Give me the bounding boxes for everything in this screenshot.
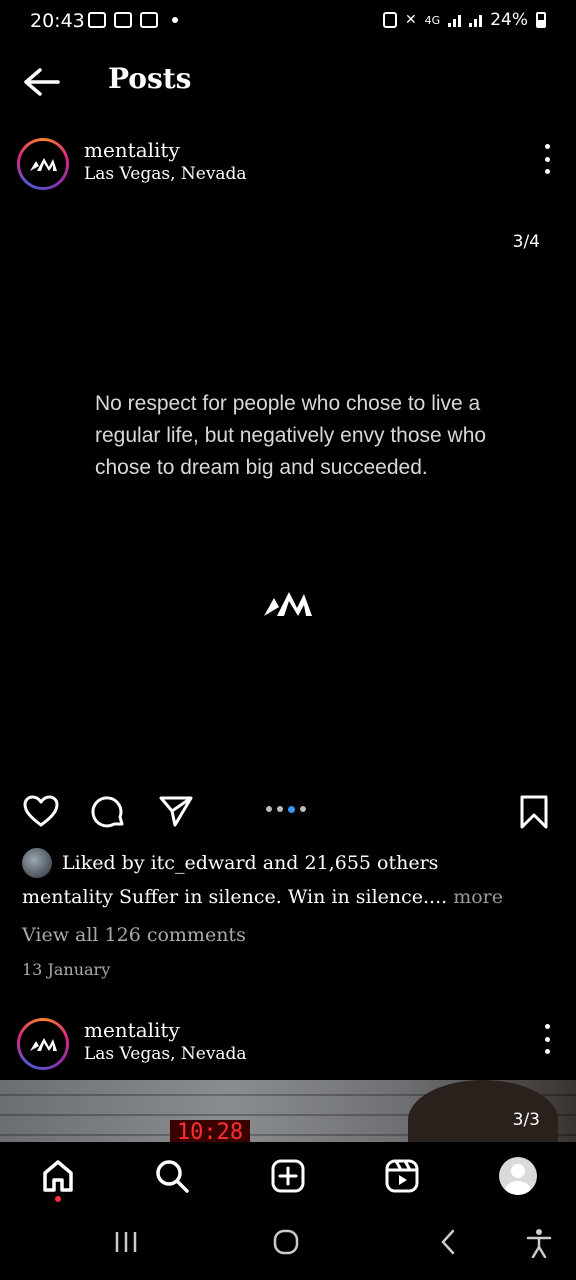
cloud-notification-icon [114,12,132,28]
liker-username[interactable]: itc_edward [151,852,257,874]
profile-avatar [499,1157,537,1195]
search-icon [156,1160,189,1193]
next-post-more-button[interactable] [542,1024,552,1054]
post-date: 13 January [22,960,111,979]
indicator-dot-active [288,805,295,813]
heart-icon [23,795,59,827]
status-time: 20:43 [30,10,85,32]
accessibility-button[interactable] [526,1228,552,1262]
arrow-left-icon [24,68,60,96]
recent-apps-icon [115,1232,137,1252]
post-actions [0,788,576,834]
more-vertical-icon [544,1024,550,1029]
nav-profile-button[interactable] [498,1156,538,1196]
bookmark-icon [520,795,548,829]
nav-reels-button[interactable] [382,1156,422,1196]
app-header: Posts [0,44,576,120]
caption-username[interactable]: mentality [22,886,113,908]
status-right: ✕ 4G 24% [382,10,546,30]
mentality-logo-icon [264,592,312,616]
comment-icon [91,796,124,828]
post-header: mentality Las Vegas, Nevada [0,130,576,194]
gallery-notification-icon [88,12,106,28]
next-post-username[interactable]: mentality [84,1018,180,1042]
battery-percent: 24% [490,10,528,30]
save-button[interactable] [518,794,550,834]
send-icon [159,796,193,827]
mentality-logo-icon [30,1038,57,1051]
likes-suffix: and 21,655 others [256,852,439,874]
lock-icon [382,12,397,28]
next-post-avatar[interactable] [17,1018,69,1070]
likes-text: Liked by itc_edward and 21,655 others [62,852,438,874]
indicator-dot [277,806,283,812]
next-post-header: mentality Las Vegas, Nevada [0,1010,576,1074]
battery-icon [536,12,546,28]
system-nav [0,1210,576,1280]
post-username[interactable]: mentality [84,138,180,162]
accessibility-icon [526,1229,552,1259]
home-icon [43,1160,73,1192]
share-button[interactable] [158,794,194,832]
bottom-nav [0,1142,576,1210]
home-system-button[interactable] [272,1228,300,1260]
back-system-button[interactable] [438,1228,458,1260]
indicator-dot [266,806,272,812]
status-bar: 20:43 ✕ 4G 24% [0,0,576,44]
notification-dot [55,1196,61,1202]
back-button[interactable] [22,64,62,100]
slide-counter: 3/4 [512,232,540,252]
comment-button[interactable] [90,794,126,834]
indicator-dot [300,806,306,812]
home-circle-icon [273,1229,299,1255]
carousel-indicator [266,805,306,813]
post-carousel[interactable]: 3/4 No respect for people who chose to l… [0,200,576,780]
post-location[interactable]: Las Vegas, Nevada [84,164,247,184]
mentality-logo-icon [30,158,57,171]
notification-icons [88,12,178,28]
cloud-sync-notification-icon [140,12,158,28]
liker-avatar [22,848,52,878]
nav-search-button[interactable] [152,1156,192,1196]
chevron-left-icon [441,1229,455,1255]
nav-home-button[interactable] [38,1156,78,1196]
page-title: Posts [108,62,192,95]
more-vertical-icon [544,144,550,149]
network-type: 4G [424,13,441,27]
caption-more-link[interactable]: more [453,886,503,908]
plus-square-icon [271,1159,305,1193]
more-notifications-dot-icon [172,17,178,23]
view-comments-link[interactable]: View all 126 comments [22,924,246,946]
reels-icon [385,1159,419,1193]
post-caption: mentality Suffer in silence. Win in sile… [22,886,562,908]
signal-1-icon [448,13,462,27]
clock-display: 10:28 [170,1120,250,1142]
quote-text: No respect for people who chose to live … [95,392,487,479]
avatar[interactable] [17,138,69,190]
like-button[interactable] [22,794,60,832]
caption-text: Suffer in silence. Win in silence.... [112,886,454,908]
next-slide-counter: 3/3 [512,1110,540,1130]
signal-2-icon [469,13,483,27]
likes-row[interactable]: Liked by itc_edward and 21,655 others [22,848,438,878]
more-options-button[interactable] [542,144,552,174]
recent-apps-button[interactable] [114,1228,138,1260]
next-post-location[interactable]: Las Vegas, Nevada [84,1044,247,1064]
likes-prefix: Liked by [62,852,151,874]
nav-create-button[interactable] [268,1156,308,1196]
mute-icon: ✕ [404,12,417,28]
next-post-image[interactable]: 10:28 [0,1080,576,1142]
